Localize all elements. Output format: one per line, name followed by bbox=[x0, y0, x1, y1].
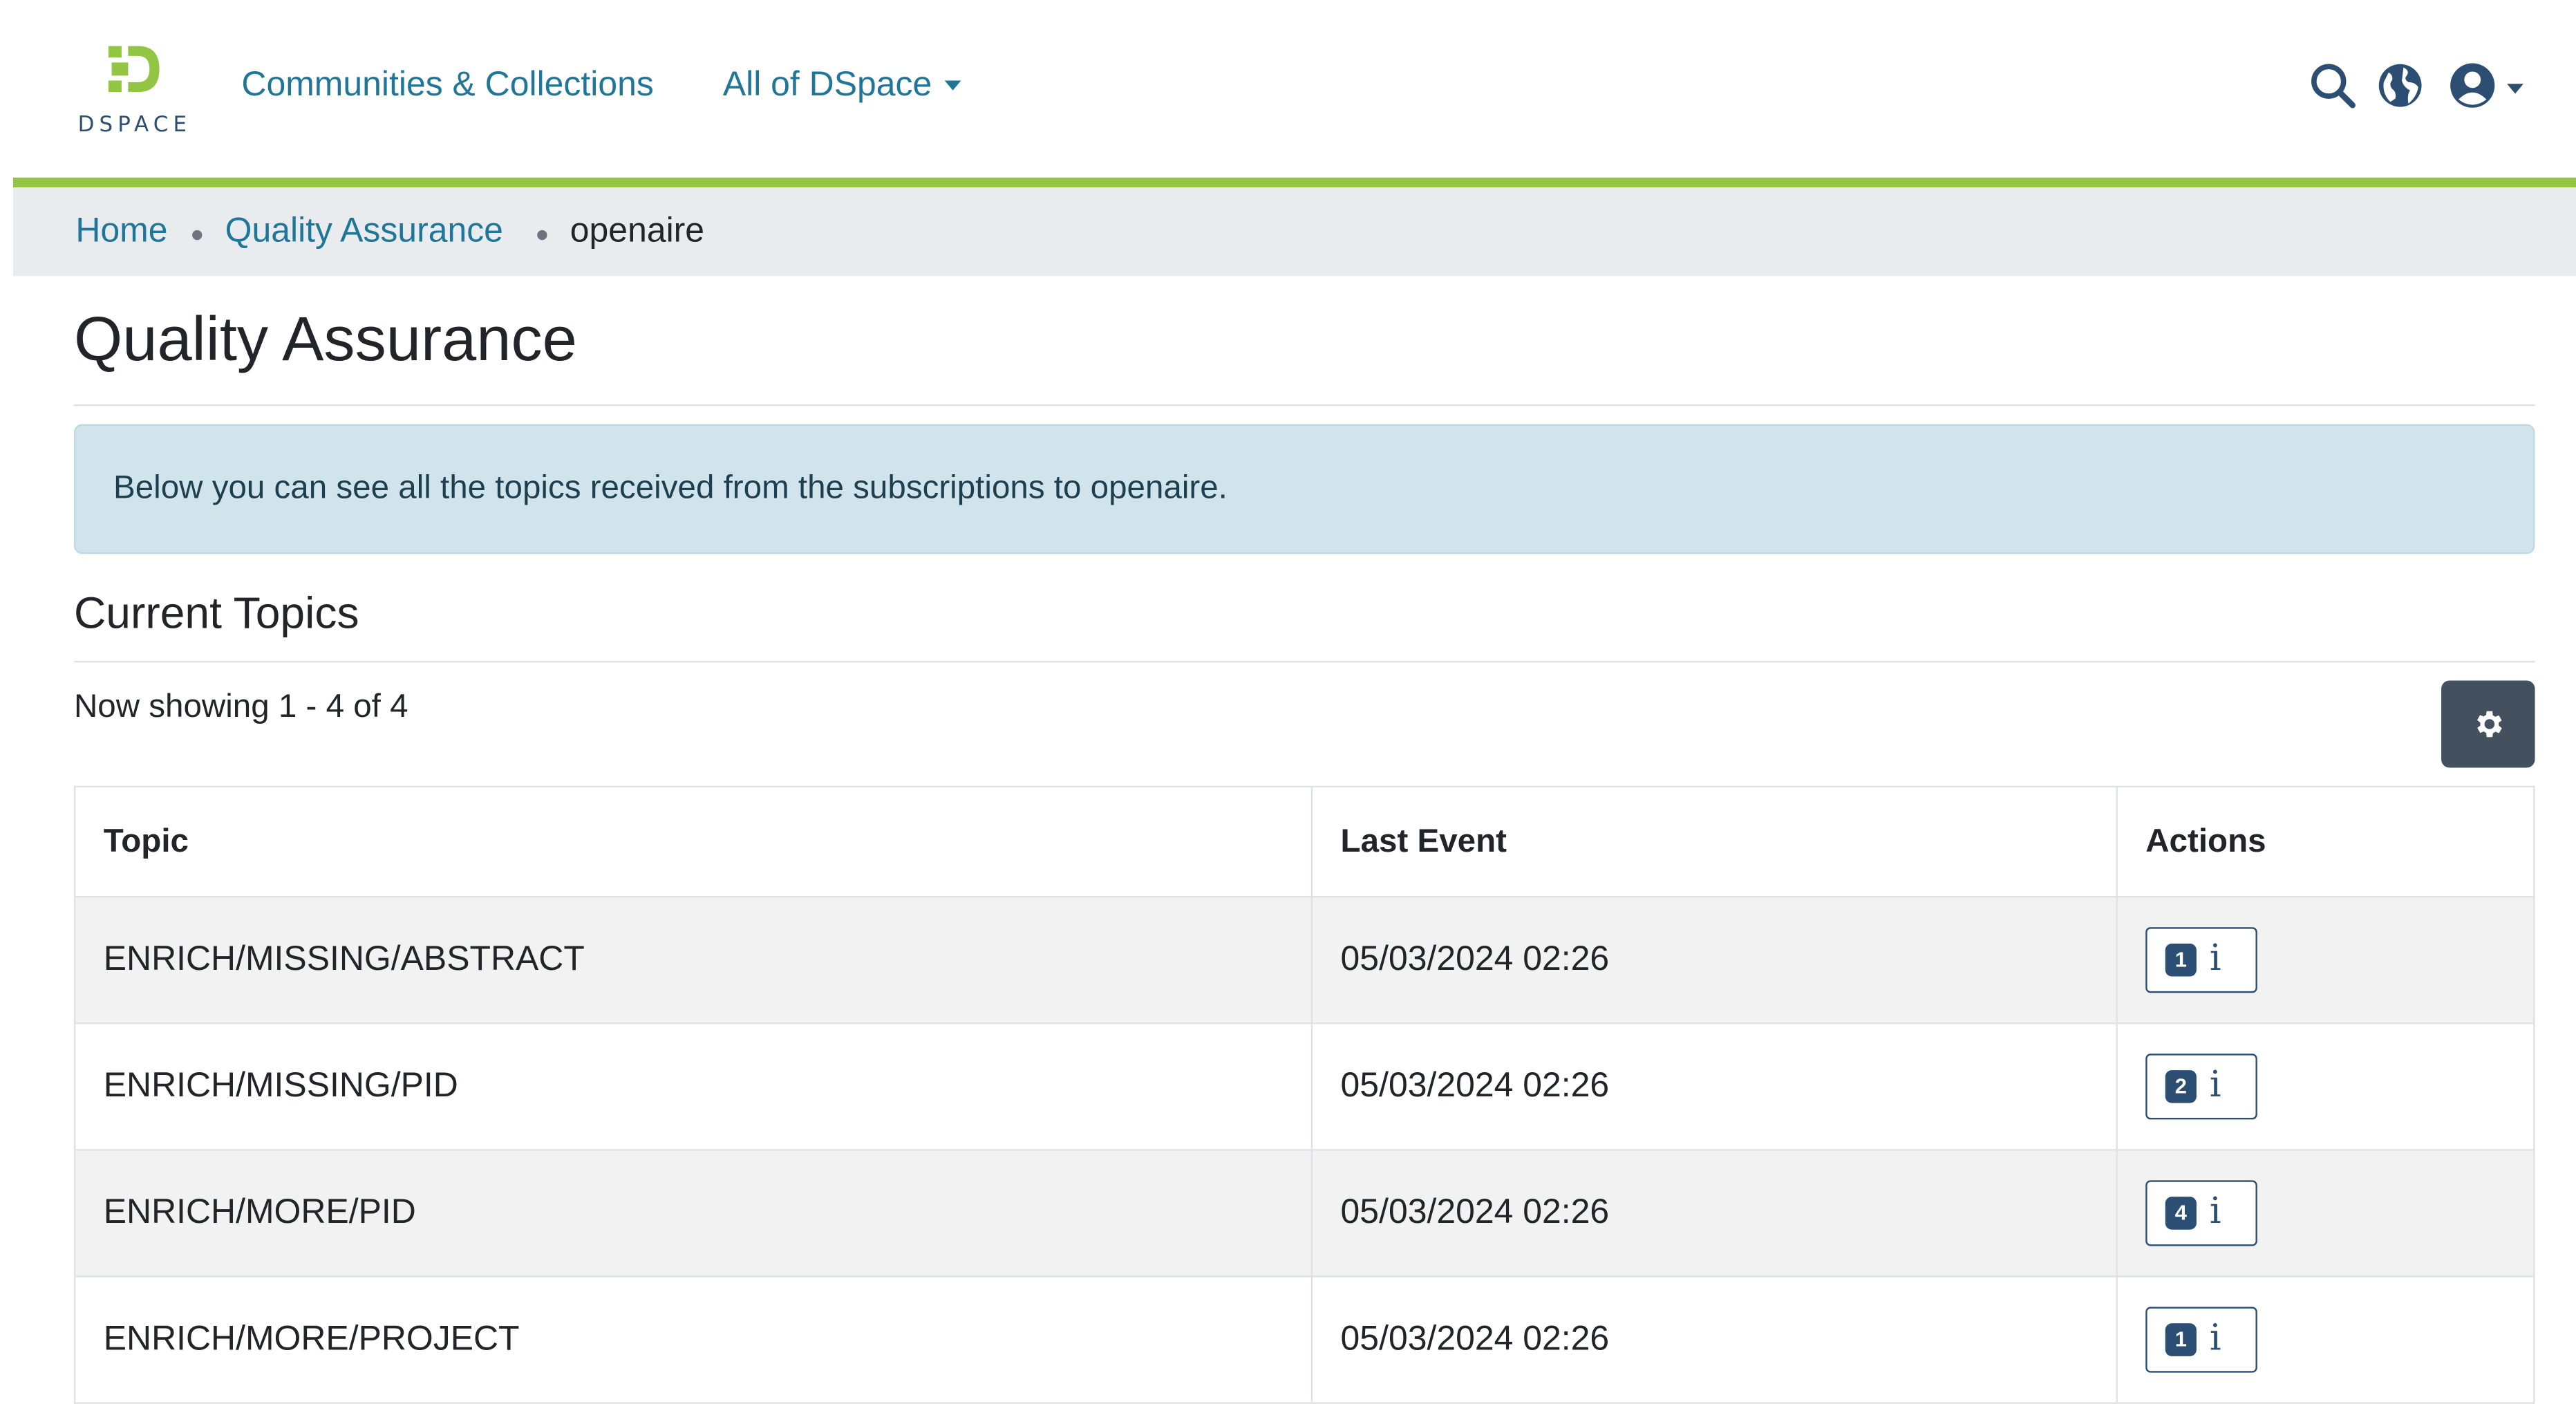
user-menu-icon[interactable] bbox=[2448, 61, 2497, 110]
section-divider bbox=[73, 660, 2535, 663]
column-header-last-event: Last Event bbox=[1310, 785, 2118, 898]
actions-cell: 1 i bbox=[2116, 896, 2535, 1024]
chevron-down-icon bbox=[945, 81, 962, 91]
column-header-actions: Actions bbox=[2116, 785, 2535, 898]
table-row: ENRICH/MISSING/PID 05/03/2024 02:26 2 i bbox=[73, 1022, 2535, 1151]
column-header-topic: Topic bbox=[73, 785, 1313, 898]
nav-all-of-dspace-label: All of DSpace bbox=[722, 66, 932, 104]
event-count-badge: 4 bbox=[2165, 1197, 2197, 1230]
section-title: Current Topics bbox=[73, 588, 359, 638]
breadcrumb: Home Quality Assurance openaire bbox=[13, 187, 2576, 277]
event-count-badge: 2 bbox=[2165, 1070, 2197, 1103]
info-alert: Below you can see all the topics receive… bbox=[73, 424, 2535, 554]
pagination-settings-button[interactable] bbox=[2441, 680, 2535, 768]
topic-cell: ENRICH/MISSING/ABSTRACT bbox=[73, 896, 1313, 1024]
search-icon[interactable] bbox=[2309, 61, 2358, 110]
topic-cell: ENRICH/MORE/PID bbox=[73, 1149, 1313, 1277]
page-title: Quality Assurance bbox=[73, 306, 577, 375]
logo-wordmark: DSPACE bbox=[77, 113, 192, 138]
nav-communities-collections[interactable]: Communities & Collections bbox=[241, 66, 653, 105]
gear-icon bbox=[2477, 711, 2502, 738]
table-row: ENRICH/MORE/PROJECT 05/03/2024 02:26 1 i bbox=[73, 1275, 2535, 1404]
dspace-logo[interactable]: DSPACE bbox=[66, 39, 204, 141]
last-event-cell: 05/03/2024 02:26 bbox=[1310, 1275, 2118, 1404]
nav-all-of-dspace[interactable]: All of DSpace bbox=[722, 66, 962, 105]
breadcrumb-separator bbox=[192, 230, 203, 241]
event-count-badge: 1 bbox=[2165, 943, 2197, 977]
topics-table: Topic Last Event Actions ENRICH/MISSING/… bbox=[73, 785, 2535, 1404]
info-icon: i bbox=[2209, 1318, 2221, 1360]
actions-cell: 2 i bbox=[2116, 1022, 2535, 1151]
table-row: ENRICH/MISSING/ABSTRACT 05/03/2024 02:26… bbox=[73, 896, 2535, 1024]
last-event-cell: 05/03/2024 02:26 bbox=[1310, 1022, 2118, 1151]
breadcrumb-quality-assurance[interactable]: Quality Assurance bbox=[225, 212, 503, 252]
language-globe-icon[interactable] bbox=[2376, 61, 2425, 110]
show-topic-details-button[interactable]: 1 i bbox=[2145, 1307, 2257, 1373]
page: DSPACE Communities & Collections All of … bbox=[0, 0, 2576, 1404]
header-accent-bar bbox=[13, 177, 2576, 188]
actions-cell: 1 i bbox=[2116, 1275, 2535, 1404]
info-icon: i bbox=[2209, 1065, 2221, 1107]
dspace-logo-icon bbox=[108, 46, 160, 93]
show-topic-details-button[interactable]: 2 i bbox=[2145, 1054, 2257, 1120]
info-icon: i bbox=[2209, 938, 2221, 980]
header: DSPACE Communities & Collections All of … bbox=[0, 0, 2576, 178]
event-count-badge: 1 bbox=[2165, 1323, 2197, 1356]
last-event-cell: 05/03/2024 02:26 bbox=[1310, 896, 2118, 1024]
info-alert-text: Below you can see all the topics receive… bbox=[113, 470, 1228, 507]
info-icon: i bbox=[2209, 1192, 2221, 1233]
pagination-summary: Now showing 1 - 4 of 4 bbox=[73, 689, 408, 725]
breadcrumb-home[interactable]: Home bbox=[75, 212, 167, 252]
title-divider bbox=[73, 404, 2535, 406]
table-header-row: Topic Last Event Actions bbox=[73, 785, 2535, 898]
table-row: ENRICH/MORE/PID 05/03/2024 02:26 4 i bbox=[73, 1149, 2535, 1277]
topic-cell: ENRICH/MORE/PROJECT bbox=[73, 1275, 1313, 1404]
last-event-cell: 05/03/2024 02:26 bbox=[1310, 1149, 2118, 1277]
show-topic-details-button[interactable]: 1 i bbox=[2145, 927, 2257, 993]
actions-cell: 4 i bbox=[2116, 1149, 2535, 1277]
breadcrumb-current: openaire bbox=[570, 212, 705, 250]
topic-cell: ENRICH/MISSING/PID bbox=[73, 1022, 1313, 1151]
breadcrumb-separator bbox=[537, 230, 547, 241]
show-topic-details-button[interactable]: 4 i bbox=[2145, 1180, 2257, 1246]
user-menu-chevron-icon[interactable] bbox=[2507, 84, 2523, 94]
